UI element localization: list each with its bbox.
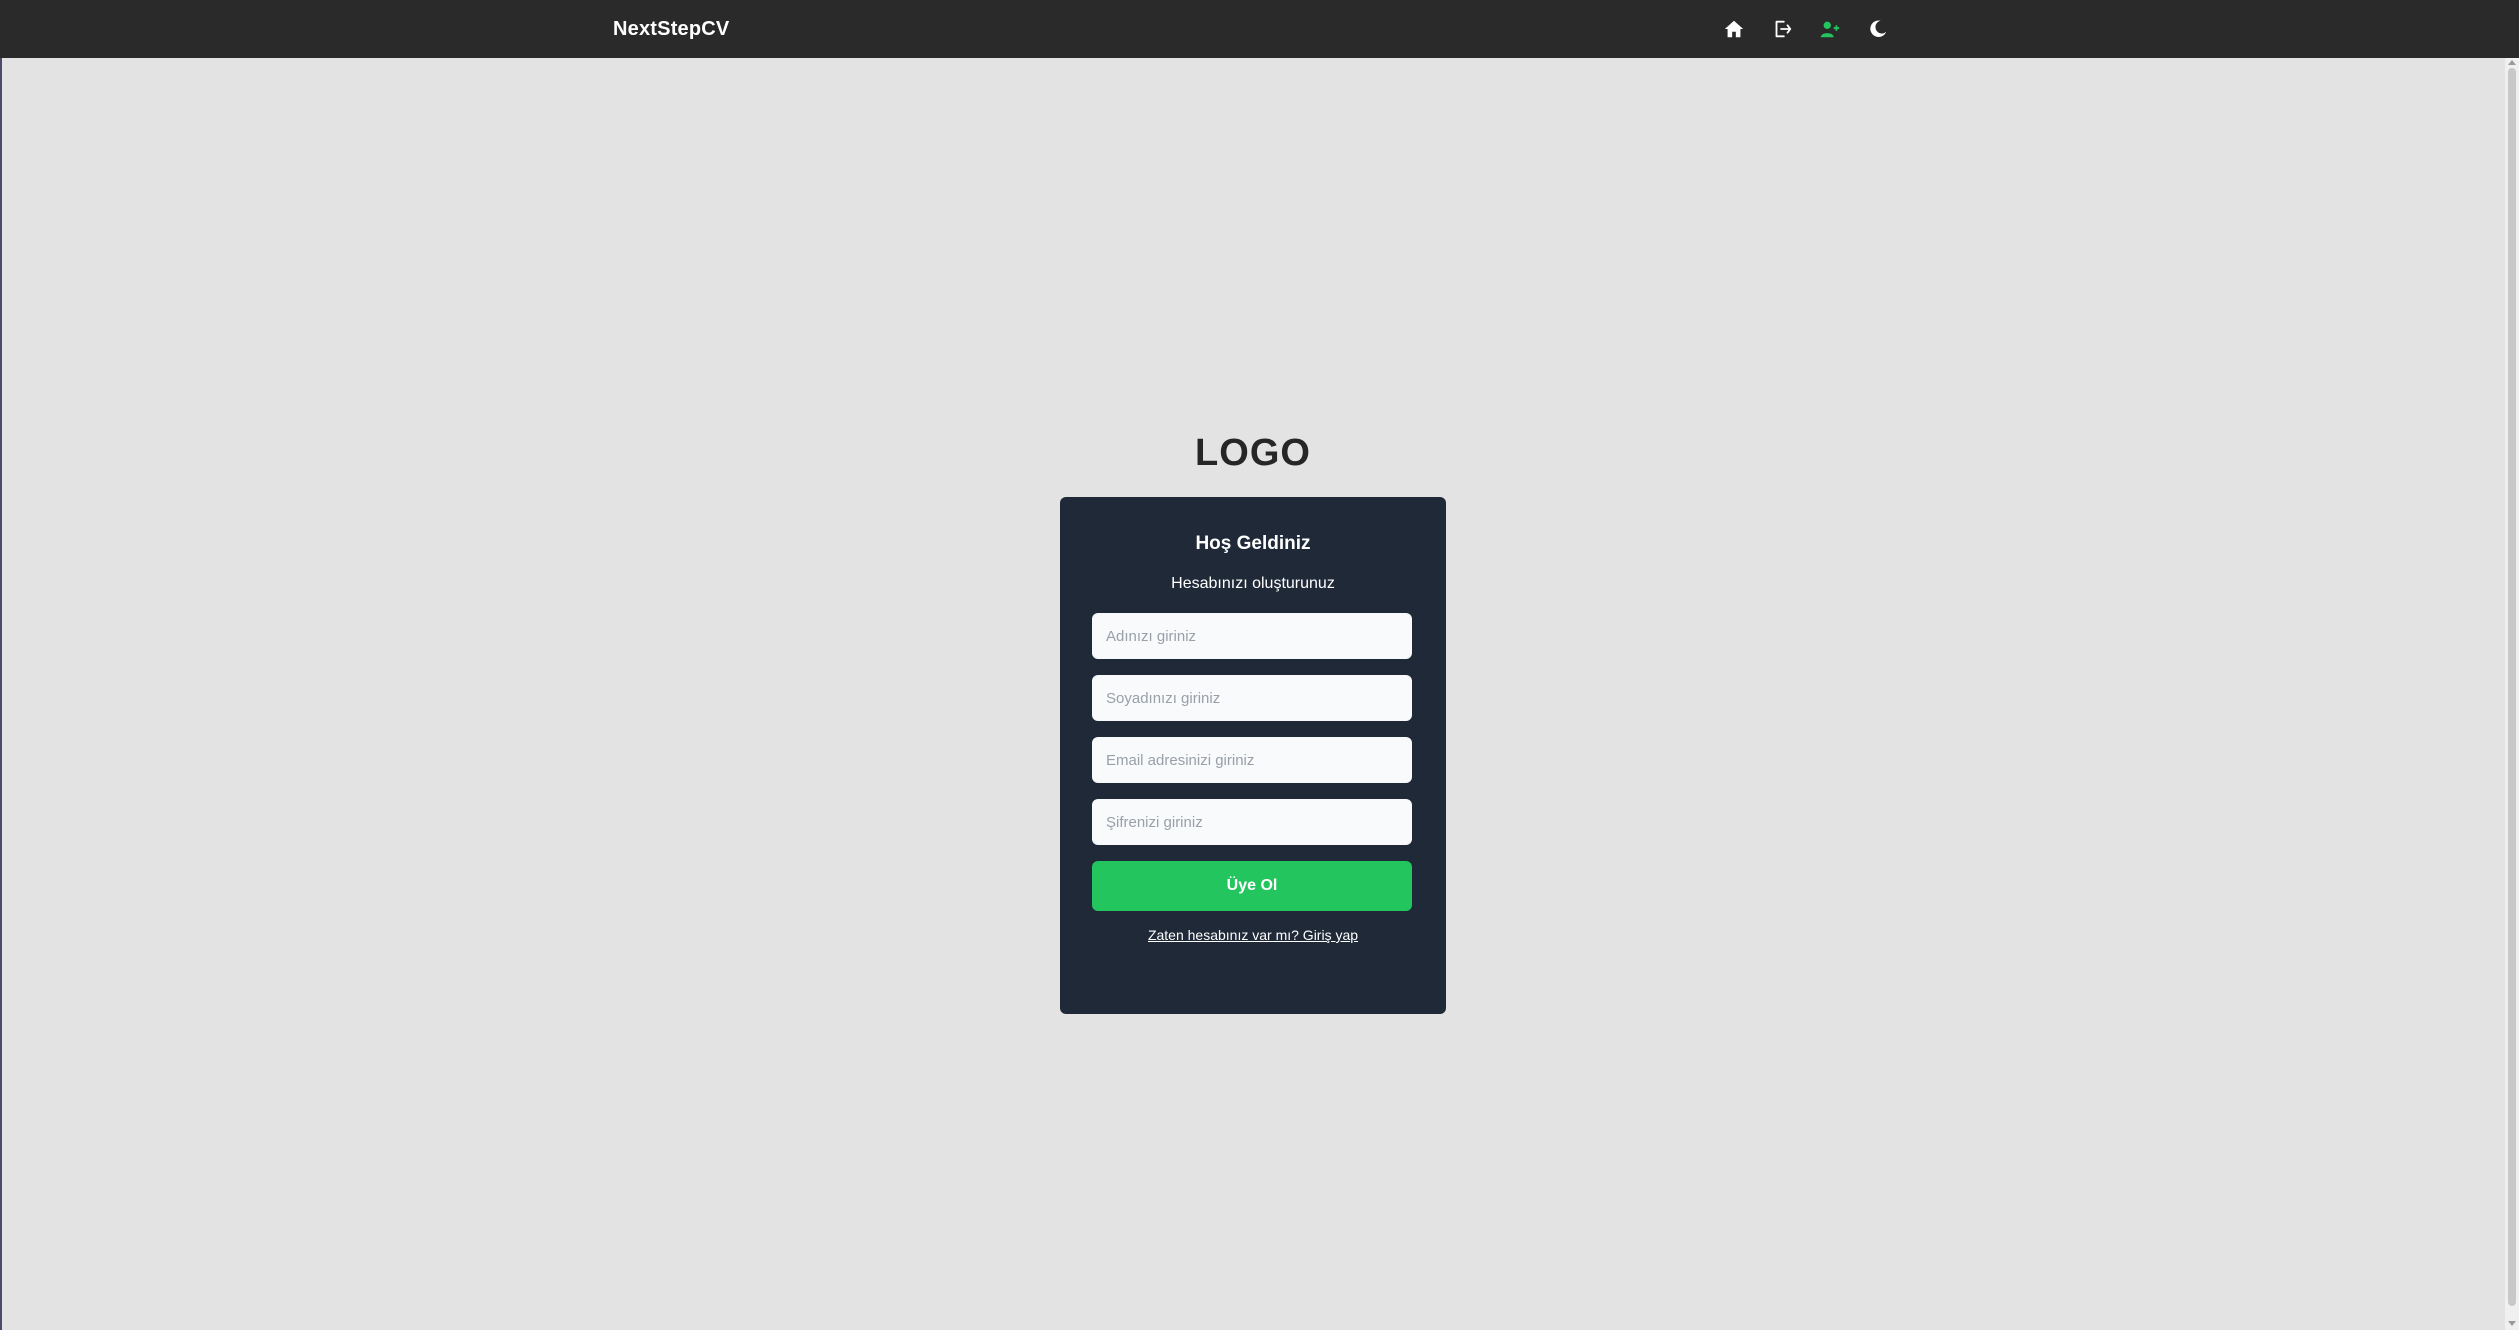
signup-card: Hoş Geldiniz Hesabınızı oluşturunuz Üye …	[1060, 497, 1446, 1014]
login-link[interactable]: Zaten hesabınız var mı? Giriş yap	[1092, 927, 1414, 943]
signup-button[interactable]: Üye Ol	[1092, 861, 1412, 911]
email-input[interactable]	[1092, 737, 1412, 783]
scroll-up-icon[interactable]	[2508, 60, 2516, 65]
scrollbar-thumb[interactable]	[2508, 68, 2516, 1306]
first-name-input[interactable]	[1092, 613, 1412, 659]
brand-name[interactable]: NextStepCV	[613, 0, 729, 58]
card-title: Hoş Geldiniz	[1195, 533, 1311, 554]
logout-icon[interactable]	[1770, 17, 1794, 41]
logo: LOGO	[1195, 432, 1311, 474]
nav-icons	[1722, 0, 1890, 58]
vertical-scrollbar[interactable]	[2505, 58, 2519, 1330]
card-subtitle: Hesabınızı oluşturunuz	[1171, 575, 1335, 592]
password-input[interactable]	[1092, 799, 1412, 845]
scroll-down-icon[interactable]	[2508, 1321, 2516, 1326]
top-navbar: NextStepCV	[0, 0, 2519, 58]
moon-icon[interactable]	[1866, 17, 1890, 41]
last-name-input[interactable]	[1092, 675, 1412, 721]
user-plus-icon[interactable]	[1818, 17, 1842, 41]
page-left-border	[0, 58, 2, 1330]
home-icon[interactable]	[1722, 17, 1746, 41]
